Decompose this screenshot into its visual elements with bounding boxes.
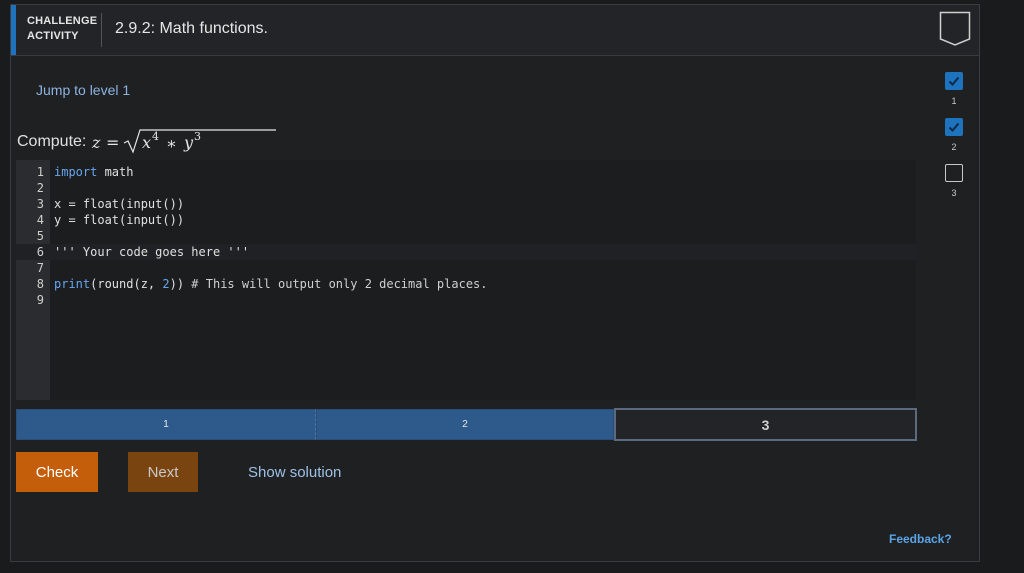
code-text: print(round(z, 2)) # This will output on… xyxy=(54,277,488,291)
code-text: ''' Your code goes here ''' xyxy=(54,245,250,259)
svg-text:y: y xyxy=(183,133,194,152)
level-number: 3 xyxy=(951,188,957,198)
svg-text:=: = xyxy=(106,133,119,152)
line-number: 5 xyxy=(36,229,44,243)
level-indicator-2[interactable]: 2 xyxy=(944,118,964,152)
activity-title: 2.9.2: Math functions. xyxy=(115,20,268,37)
level-number: 2 xyxy=(951,142,957,152)
progress-segment-2[interactable]: 2 xyxy=(316,409,614,440)
line-number: 3 xyxy=(36,197,44,211)
code-comment: # This will output only 2 decimal places… xyxy=(191,277,488,291)
formula-z-equals-sqrt: z = x 4 ∗ y 3 xyxy=(91,129,277,154)
code-line-9[interactable]: 9 xyxy=(16,292,916,308)
activity-type-label: CHALLENGE ACTIVITY xyxy=(27,14,97,44)
progress-segment-3-current[interactable]: 3 xyxy=(614,408,917,441)
code-text: x = float(input()) xyxy=(54,197,185,211)
line-number: 7 xyxy=(36,261,44,275)
code-line-7[interactable]: 7 xyxy=(16,260,916,276)
svg-text:3: 3 xyxy=(194,130,201,143)
jump-to-level-link[interactable]: Jump to level 1 xyxy=(36,82,130,98)
code-line-8[interactable]: 8 print(round(z, 2)) # This will output … xyxy=(16,276,916,292)
activity-type-line1: CHALLENGE xyxy=(27,15,98,27)
check-button[interactable]: Check xyxy=(16,452,98,492)
line-number: 9 xyxy=(36,293,44,307)
code-line-3[interactable]: 3 x = float(input()) xyxy=(16,196,916,212)
code-text: import math xyxy=(54,165,134,179)
level-progress-bar: 1 2 3 xyxy=(16,408,917,442)
svg-text:x: x xyxy=(142,133,151,152)
svg-text:z: z xyxy=(91,133,101,152)
header-divider xyxy=(101,13,102,47)
level-indicator-1[interactable]: 1 xyxy=(944,72,964,106)
line-number: 8 xyxy=(36,277,44,291)
activity-header: CHALLENGE ACTIVITY 2.9.2: Math functions… xyxy=(11,5,979,56)
compute-label: Compute: xyxy=(17,133,87,150)
number-literal: 2 xyxy=(162,277,170,291)
show-solution-link[interactable]: Show solution xyxy=(248,464,341,481)
code-line-6[interactable]: 6 ''' Your code goes here ''' xyxy=(16,244,916,260)
compute-prompt: Compute: z = x 4 ∗ y 3 xyxy=(17,128,280,156)
level-indicator-3[interactable]: 3 xyxy=(944,164,964,198)
header-accent-bar xyxy=(11,5,16,55)
next-button[interactable]: Next xyxy=(128,452,198,492)
checkbox-checked-icon xyxy=(945,72,963,90)
activity-type-line2: ACTIVITY xyxy=(27,30,79,42)
code-line-5[interactable]: 5 xyxy=(16,228,916,244)
svg-text:4: 4 xyxy=(152,130,159,143)
code-text: y = float(input()) xyxy=(54,213,185,227)
line-number: 6 xyxy=(36,245,44,259)
line-number: 4 xyxy=(36,213,44,227)
svg-text:∗: ∗ xyxy=(166,134,177,153)
code-line-4[interactable]: 4 y = float(input()) xyxy=(16,212,916,228)
checkbox-empty-icon xyxy=(945,164,963,182)
bookmark-badge-icon xyxy=(939,11,971,46)
checkbox-checked-icon xyxy=(945,118,963,136)
feedback-link[interactable]: Feedback? xyxy=(889,532,952,546)
line-number: 1 xyxy=(36,165,44,179)
code-line-2[interactable]: 2 xyxy=(16,180,916,196)
line-number: 2 xyxy=(36,181,44,195)
progress-segment-1[interactable]: 1 xyxy=(16,409,316,440)
level-number: 1 xyxy=(951,96,957,106)
keyword-import: import xyxy=(54,165,98,179)
keyword-print: print xyxy=(54,277,91,291)
code-line-1[interactable]: 1 import math xyxy=(16,164,916,180)
code-editor[interactable]: 1 import math 2 3 x = float(input()) 4 y… xyxy=(16,160,916,400)
